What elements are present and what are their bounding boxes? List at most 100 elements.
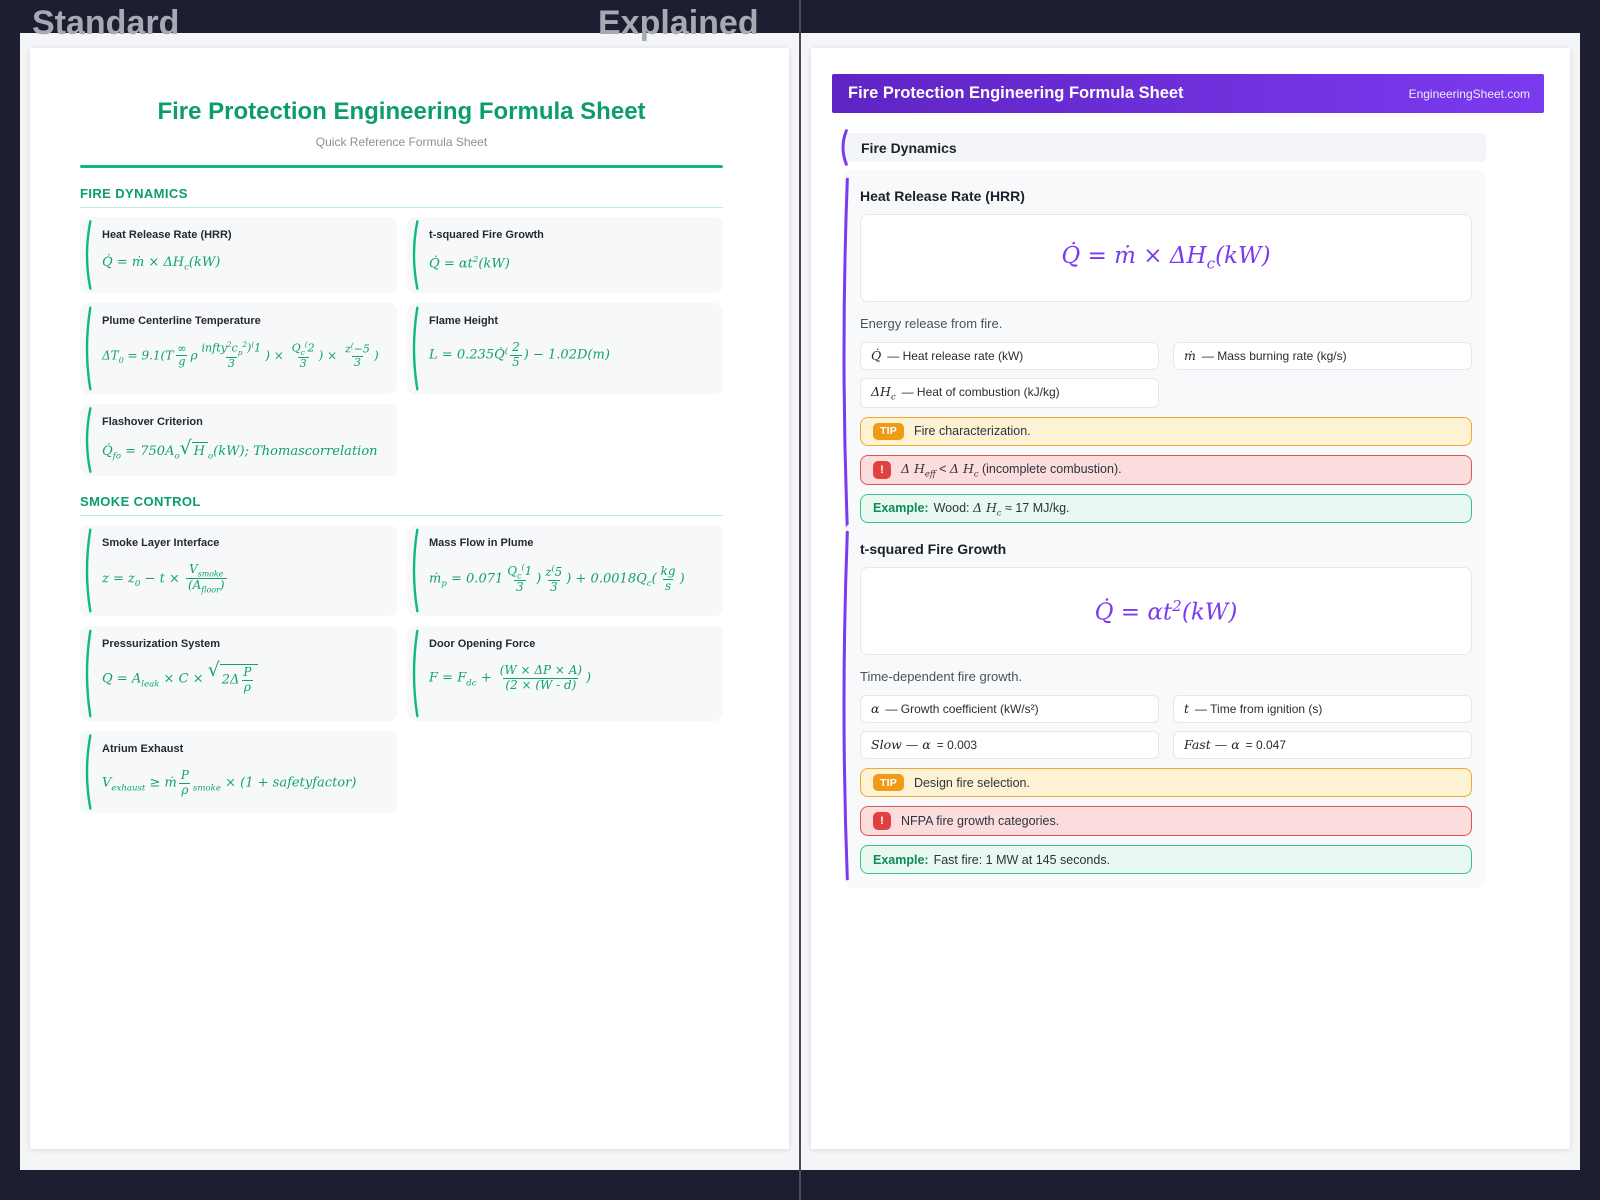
warning-text: NFPA fire growth categories. — [901, 814, 1060, 828]
warning-callout: ! NFPA fire growth categories. — [860, 806, 1472, 836]
formula-expression: L = 0.235Q̇(25) − 1.02D(m) — [429, 340, 610, 369]
formula-card-flashover-criterion: Flashover Criterion Q̇fo = 750Ao√Ho(kW);… — [80, 404, 397, 476]
variable-chip: ΔHc — Heat of combustion (kJ/kg) — [860, 378, 1159, 408]
variable-symbol: Fast — α — [1184, 737, 1240, 752]
card-bracket-icon — [82, 734, 92, 810]
variable-chip: Slow — α = 0.003 — [860, 731, 1159, 759]
formula-card-door-opening-force: Door Opening Force F = Fdc + (W × ΔP × A… — [407, 626, 723, 721]
variable-description: — Mass burning rate (kg/s) — [1201, 349, 1347, 363]
variable-chip-grid: Q̇ — Heat release rate (kW) ṁ — Mass bur… — [860, 342, 1472, 408]
example-label: Example: — [873, 501, 929, 516]
example-callout: Example: Fast fire: 1 MW at 145 seconds. — [860, 845, 1472, 874]
formula-expression: z = z0 − t × Vsmoke(Afloor) — [102, 562, 227, 595]
title-rule — [80, 165, 723, 168]
variable-chip: ṁ — Mass burning rate (kg/s) — [1173, 342, 1472, 370]
card-bracket-icon — [839, 525, 849, 886]
variable-symbol: Slow — α — [871, 737, 931, 752]
section-bar-fire-dynamics: Fire Dynamics — [844, 133, 1486, 162]
explained-card-t-squared-growth: t-squared Fire Growth Q̇ = αt2(kW) Time-… — [844, 523, 1486, 888]
card-bracket-icon — [409, 306, 419, 391]
formula-expression: Q̇fo = 750Ao√Ho(kW); Thomascorrelation — [102, 438, 378, 462]
card-bracket-icon — [409, 629, 419, 718]
variable-description: — Heat release rate (kW) — [887, 349, 1024, 363]
formula-display-box: Q̇ = ṁ × ΔHc(kW) — [860, 214, 1472, 302]
formula-card-smoke-layer-interface: Smoke Layer Interface z = z0 − t × Vsmok… — [80, 525, 397, 616]
formula-expression: F = Fdc + (W × ΔP × A) (2 × (W - d)) — [429, 663, 592, 692]
card-bracket-icon — [82, 629, 92, 718]
explained-page: Fire Protection Engineering Formula Shee… — [811, 48, 1570, 1149]
warning-text: Δ Heff < Δ Hc (incomplete combustion). — [901, 460, 1122, 479]
formula-card-title: Mass Flow in Plume — [429, 537, 534, 549]
sheet-header: Fire Protection Engineering Formula Shee… — [832, 74, 1544, 113]
warning-callout: ! Δ Heff < Δ Hc (incomplete combustion). — [860, 454, 1472, 485]
example-text: Wood: Δ Hc ≈ 17 MJ/kg. — [933, 499, 1070, 518]
variable-chip: t — Time from ignition (s) — [1173, 695, 1472, 723]
card-bracket-icon — [82, 306, 92, 391]
example-label: Example: — [873, 852, 929, 867]
formula-card-title: Pressurization System — [102, 638, 220, 650]
tip-badge: TIP — [873, 422, 904, 440]
tip-callout: TIP Design fire selection. — [860, 768, 1472, 797]
explained-card-heat-release-rate: Heat Release Rate (HRR) Q̇ = ṁ × ΔHc(kW)… — [844, 170, 1486, 537]
card-bracket-icon — [82, 528, 92, 613]
formula-card-title: Flame Height — [429, 315, 499, 327]
formula-card-heat-release-rate: Heat Release Rate (HRR) Q̇ = ṁ × ΔHc(kW) — [80, 217, 397, 293]
variable-symbol: ΔHc — [871, 384, 896, 402]
variable-description: = 0.003 — [936, 738, 978, 752]
standard-page-content: Fire Protection Engineering Formula Shee… — [80, 98, 723, 813]
formula-description: Energy release from fire. — [860, 316, 1003, 331]
explained-variant-label: Explained — [598, 4, 759, 42]
variable-symbol: t — [1184, 701, 1190, 716]
card-bracket-icon — [409, 220, 419, 290]
formula-card-title: t-squared Fire Growth — [429, 229, 544, 241]
variable-symbol: α — [871, 701, 880, 716]
formula-expression: Q̇ = αt2(kW) — [429, 255, 510, 272]
formula-card-title: Heat Release Rate (HRR) — [102, 229, 232, 241]
smoke-control-card-grid: Smoke Layer Interface z = z0 − t × Vsmok… — [80, 525, 723, 813]
standard-page: Fire Protection Engineering Formula Shee… — [30, 48, 789, 1149]
formula-card-title: Atrium Exhaust — [102, 743, 184, 755]
variable-description: = 0.047 — [1245, 738, 1287, 752]
section-heading-fire-dynamics: FIRE DYNAMICS — [80, 186, 723, 208]
sheet-header-title: Fire Protection Engineering Formula Shee… — [848, 84, 1184, 102]
sheet-header-site-link: EngineeringSheet.com — [1408, 86, 1530, 101]
card-bracket-icon — [839, 172, 849, 535]
formula-display-box: Q̇ = αt2(kW) — [860, 567, 1472, 655]
formula-expression: Q̇ = ṁ × ΔHc(kW) — [102, 255, 221, 273]
warning-icon: ! — [873, 812, 891, 830]
formula-card-title: Plume Centerline Temperature — [102, 315, 261, 327]
formula-expression: Q = Aleak × C × √ 2Δ Pρ — [102, 661, 385, 694]
comparison-canvas: Standard Explained Fire Protection Engin… — [0, 0, 1600, 1200]
explained-card-title: t-squared Fire Growth — [860, 541, 1007, 557]
formula-expression: ΔT0 = 9.1(T ∞ g ρ infty2cp2)(1 3) × Qc(2 3) × … — [102, 340, 379, 371]
variable-description: — Time from ignition (s) — [1195, 702, 1323, 716]
page-title: Fire Protection Engineering Formula Shee… — [157, 98, 646, 125]
formula-description: Time-dependent fire growth. — [860, 669, 1023, 684]
formula-card-mass-flow-in-plume: Mass Flow in Plume ṁp = 0.071 Qc(1 3) z(5 3)… — [407, 525, 723, 616]
formula-card-pressurization-system: Pressurization System Q = Aleak × C × √ 2… — [80, 626, 397, 721]
standard-panel: Fire Protection Engineering Formula Shee… — [20, 33, 799, 1170]
formula-card-title: Door Opening Force — [429, 638, 536, 650]
example-callout: Example: Wood: Δ Hc ≈ 17 MJ/kg. — [860, 493, 1472, 523]
variable-description: — Growth coefficient (kW/s²) — [885, 702, 1039, 716]
section-bracket-icon — [838, 130, 848, 165]
variable-chip-grid: α — Growth coefficient (kW/s²) t — Time … — [860, 695, 1472, 759]
formula-card-plume-centerline-temperature: Plume Centerline Temperature ΔT0 = 9.1(T… — [80, 303, 397, 394]
explained-panel: Fire Protection Engineering Formula Shee… — [801, 33, 1580, 1170]
card-bracket-icon — [409, 528, 419, 613]
page-subtitle: Quick Reference Formula Sheet — [315, 135, 488, 149]
formula-card-title: Smoke Layer Interface — [102, 537, 220, 549]
panel-divider — [799, 0, 801, 1200]
formula-expression: ṁp = 0.071 Qc(1 3) z(5 3) + 0.0018Qc(kg s) — [429, 563, 685, 595]
fire-dynamics-card-grid: Heat Release Rate (HRR) Q̇ = ṁ × ΔHc(kW)… — [80, 217, 723, 476]
formula-card-t-squared-growth: t-squared Fire Growth Q̇ = αt2(kW) — [407, 217, 723, 293]
variable-chip: Q̇ — Heat release rate (kW) — [860, 342, 1159, 370]
card-bracket-icon — [82, 407, 92, 473]
section-heading-smoke-control: SMOKE CONTROL — [80, 494, 723, 516]
formula-expression: Q̇ = ṁ × ΔHc(kW) — [1061, 243, 1271, 273]
tip-callout: TIP Fire characterization. — [860, 416, 1472, 446]
formula-card-title: Flashover Criterion — [102, 416, 203, 428]
formula-expression: Q̇ = αt2(kW) — [1094, 596, 1238, 626]
example-text: Fast fire: 1 MW at 145 seconds. — [933, 852, 1111, 867]
standard-variant-label: Standard — [32, 4, 180, 42]
